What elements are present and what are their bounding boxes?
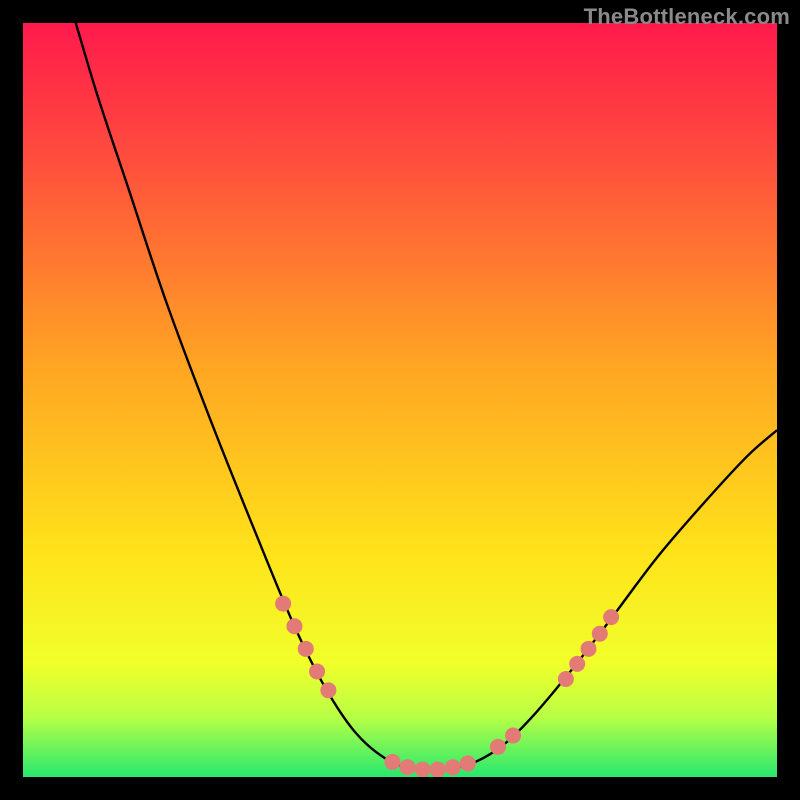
chart-stage: TheBottleneck.com bbox=[0, 0, 800, 800]
bottleneck-chart-svg bbox=[0, 0, 800, 800]
curve-dot bbox=[581, 641, 597, 657]
curve-dot bbox=[415, 761, 431, 777]
curve-dot bbox=[460, 755, 476, 771]
watermark-text: TheBottleneck.com bbox=[584, 4, 790, 30]
curve-dot bbox=[430, 761, 446, 777]
curve-dot bbox=[445, 759, 461, 775]
gradient-background bbox=[23, 23, 777, 777]
curve-dot bbox=[603, 609, 619, 625]
curve-dot bbox=[558, 671, 574, 687]
curve-dot bbox=[400, 759, 416, 775]
curve-dot bbox=[320, 682, 336, 698]
curve-dot bbox=[384, 754, 400, 770]
curve-dot bbox=[490, 739, 506, 755]
curve-dot bbox=[298, 641, 314, 657]
curve-dot bbox=[505, 728, 521, 744]
curve-dot bbox=[592, 626, 608, 642]
curve-dot bbox=[286, 618, 302, 634]
curve-dot bbox=[309, 663, 325, 679]
curve-dot bbox=[569, 656, 585, 672]
curve-dot bbox=[275, 596, 291, 612]
